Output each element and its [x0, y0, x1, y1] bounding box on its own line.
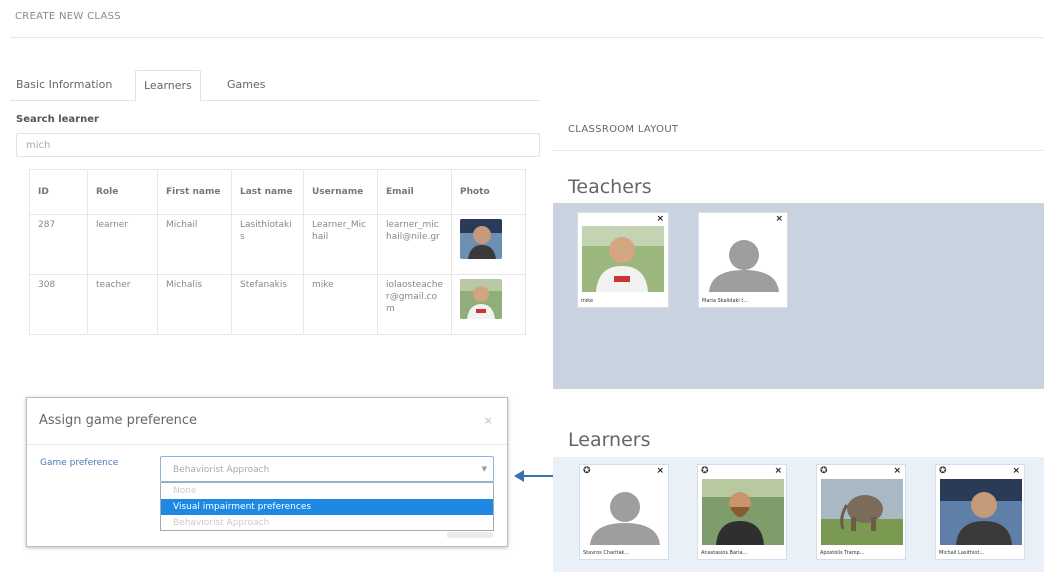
col-username: Username: [303, 169, 378, 215]
page-title: CREATE NEW CLASS: [15, 11, 121, 22]
tab-learners[interactable]: Learners: [135, 70, 201, 101]
learners-area[interactable]: ✪ × Stavros Charitak... ✪ × Anastasios B…: [553, 457, 1044, 572]
close-icon[interactable]: ×: [484, 414, 493, 427]
cell-email: learner_michail@nile.gr: [377, 214, 452, 275]
avatar: [702, 479, 784, 545]
col-email: Email: [377, 169, 452, 215]
avatar-placeholder-icon: [703, 226, 785, 292]
cell-last-name: Stefanakis: [231, 274, 304, 335]
teachers-heading: Teachers: [568, 176, 652, 198]
cell-username: Learner_Michail: [303, 214, 378, 275]
cell-first-name: Michalis: [157, 274, 232, 335]
learner-photo: [460, 219, 502, 259]
cell-id: 308: [29, 274, 88, 335]
col-id: ID: [29, 169, 88, 215]
learner-card[interactable]: ✪ × Stavros Charitak...: [579, 464, 669, 560]
cell-email: iolaosteacher@gmail.com: [377, 274, 452, 335]
remove-icon[interactable]: ×: [893, 466, 901, 476]
cell-photo: [451, 214, 526, 275]
learner-card[interactable]: ✪ × Michail Lasithiot...: [935, 464, 1025, 560]
remove-icon[interactable]: ×: [774, 466, 782, 476]
card-name: Michail Lasithiot...: [939, 550, 985, 556]
learner-card[interactable]: ✪ × Apostolis Tramp...: [816, 464, 906, 560]
option-behaviorist[interactable]: Behaviorist Approach: [161, 515, 493, 531]
cell-role: learner: [87, 214, 158, 275]
header-divider: [10, 37, 1044, 38]
avatar: [940, 479, 1022, 545]
teacher-card[interactable]: × mike: [577, 212, 669, 308]
chevron-down-icon: ▼: [481, 465, 487, 473]
table-row[interactable]: 287 learner Michail Lasithiotakis Learne…: [29, 214, 526, 275]
card-name: Stavros Charitak...: [583, 550, 630, 556]
cell-username: mike: [303, 274, 378, 335]
gear-icon[interactable]: ✪: [939, 466, 947, 476]
col-last-name: Last name: [231, 169, 304, 215]
select-value: Behaviorist Approach: [173, 465, 270, 475]
tab-basic-information[interactable]: Basic Information: [8, 70, 120, 101]
search-learner-input[interactable]: [16, 133, 540, 157]
teachers-area[interactable]: × mike × Maria Skalidaki t...: [553, 203, 1044, 389]
layout-divider: [553, 150, 1044, 151]
teacher-card[interactable]: × Maria Skalidaki t...: [698, 212, 788, 308]
col-role: Role: [87, 169, 158, 215]
tab-games[interactable]: Games: [219, 70, 273, 101]
remove-icon[interactable]: ×: [775, 214, 783, 224]
card-name: Anastasios Baria...: [701, 550, 748, 556]
card-name: mike: [581, 298, 594, 304]
teacher-photo: [460, 279, 502, 319]
remove-icon[interactable]: ×: [656, 214, 664, 224]
gear-icon[interactable]: ✪: [820, 466, 828, 476]
option-visual-impairment[interactable]: Visual impairment preferences: [161, 499, 493, 515]
cell-photo: [451, 274, 526, 335]
modal-footer-button[interactable]: [447, 532, 493, 538]
avatar-placeholder-icon: [584, 479, 666, 545]
table-header-row: ID Role First name Last name Username Em…: [29, 169, 526, 215]
cell-last-name: Lasithiotakis: [231, 214, 304, 275]
game-preference-dropdown: None Visual impairment preferences Behav…: [160, 482, 494, 531]
gear-icon[interactable]: ✪: [701, 466, 709, 476]
learners-table: ID Role First name Last name Username Em…: [29, 169, 526, 335]
avatar: [582, 226, 664, 292]
cell-role: teacher: [87, 274, 158, 335]
search-learner-label: Search learner: [16, 114, 99, 125]
remove-icon[interactable]: ×: [656, 466, 664, 476]
cell-first-name: Michail: [157, 214, 232, 275]
assign-game-preference-modal: Assign game preference × Game preference…: [26, 397, 508, 547]
learners-heading: Learners: [568, 429, 651, 451]
col-photo: Photo: [451, 169, 526, 215]
gear-icon[interactable]: ✪: [583, 466, 591, 476]
learner-card[interactable]: ✪ × Anastasios Baria...: [697, 464, 787, 560]
cell-id: 287: [29, 214, 88, 275]
game-preference-select[interactable]: Behaviorist Approach ▼: [160, 456, 494, 482]
card-name: Apostolis Tramp...: [820, 550, 865, 556]
card-name: Maria Skalidaki t...: [702, 298, 749, 304]
remove-icon[interactable]: ×: [1012, 466, 1020, 476]
classroom-layout-title: CLASSROOM LAYOUT: [568, 124, 679, 135]
modal-divider: [27, 444, 507, 445]
col-first-name: First name: [157, 169, 232, 215]
avatar: [821, 479, 903, 545]
option-none[interactable]: None: [161, 483, 493, 499]
table-row[interactable]: 308 teacher Michalis Stefanakis mike iol…: [29, 274, 526, 335]
game-preference-label: Game preference: [40, 458, 119, 468]
tab-bar: Basic Information Learners Games: [10, 70, 540, 101]
modal-title: Assign game preference: [39, 413, 198, 428]
